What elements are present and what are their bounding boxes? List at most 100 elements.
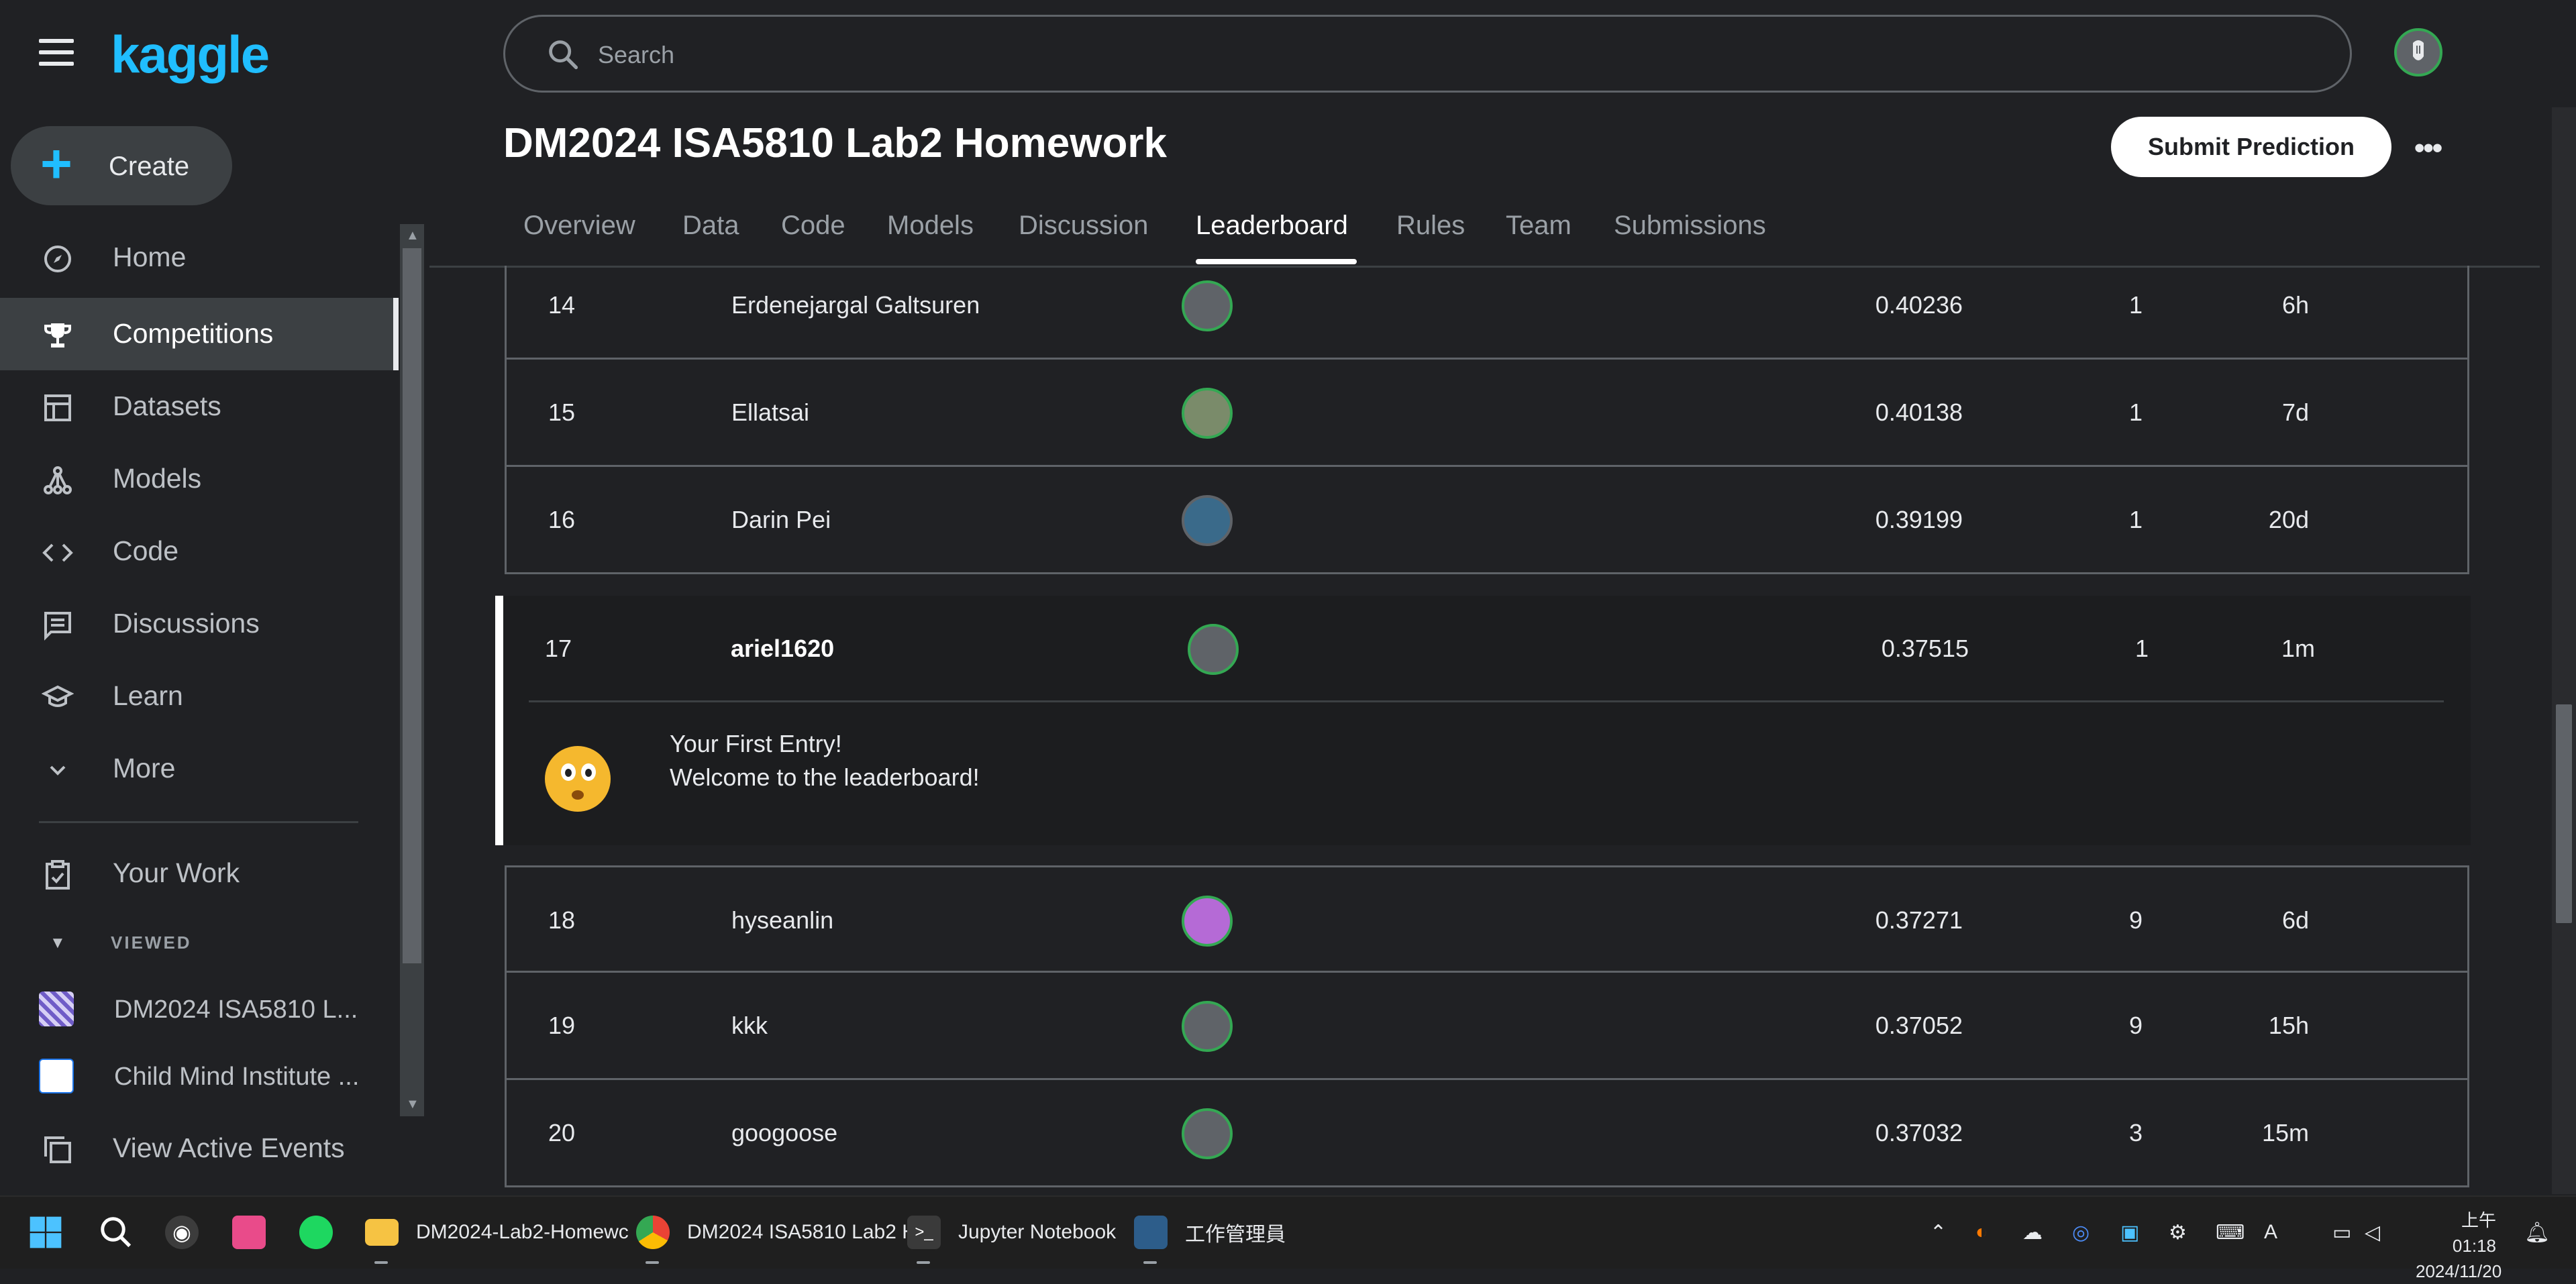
scroll-up-icon[interactable]: ▲: [406, 228, 419, 244]
trophy-icon: [39, 318, 76, 353]
member-avatar[interactable]: [1182, 896, 1233, 947]
taskbar-window-chrome[interactable]: DM2024 ISA5810 Lab2 H: [636, 1210, 917, 1264]
chevron-down-icon: [39, 753, 76, 788]
member-avatar[interactable]: [1182, 495, 1233, 546]
tab-submissions[interactable]: Submissions: [1614, 211, 1766, 241]
page-title: DM2024 ISA5810 Lab2 Homework: [503, 120, 1167, 166]
member-avatar[interactable]: [1182, 280, 1233, 331]
team-name-cell[interactable]: ariel1620: [731, 635, 834, 663]
tray-sync-icon[interactable]: ◎: [2072, 1221, 2090, 1244]
tab-code[interactable]: Code: [781, 211, 845, 241]
tray-cloud-icon[interactable]: ☁: [2022, 1221, 2043, 1244]
menu-icon[interactable]: [39, 39, 74, 66]
tray-network-icon[interactable]: ▭: [2332, 1221, 2351, 1244]
start-button[interactable]: [27, 1210, 64, 1254]
sidebar-item-code[interactable]: Code: [0, 515, 399, 588]
tab-models[interactable]: Models: [887, 211, 974, 241]
score-cell: 0.37032: [1875, 1119, 1963, 1146]
tray-volume-icon[interactable]: ◁: [2365, 1221, 2380, 1244]
row-divider: [529, 700, 2444, 702]
table-row[interactable]: 16 Darin Pei 0.39199 1 20d: [505, 467, 2469, 574]
sidebar-item-models[interactable]: Models: [0, 443, 399, 515]
sidebar-item-label: Your Work: [113, 857, 240, 888]
table-row[interactable]: 19 kkk 0.37052 9 15h: [505, 973, 2469, 1080]
team-name-cell[interactable]: kkk: [731, 1012, 768, 1040]
sidebar-item-label: Competitions: [113, 318, 274, 349]
viewed-item[interactable]: DM2024 ISA5810 L...: [0, 978, 376, 1038]
taskbar-window-jupyter[interactable]: >_ Jupyter Notebook: [907, 1210, 1117, 1264]
member-avatar[interactable]: [1182, 1001, 1233, 1052]
tab-overview[interactable]: Overview: [523, 211, 635, 241]
last-cell: 15h: [2268, 1012, 2309, 1039]
viewed-item[interactable]: Child Mind Institute ...: [0, 1045, 376, 1106]
search-placeholder: Search: [598, 41, 675, 68]
entries-cell: 1: [2128, 398, 2143, 426]
sidebar-item-your-work[interactable]: Your Work: [0, 837, 399, 910]
tab-leaderboard[interactable]: Leaderboard: [1196, 211, 1348, 241]
score-cell: 0.40236: [1875, 291, 1963, 319]
scrollbar-thumb[interactable]: [2556, 704, 2572, 923]
scroll-down-icon[interactable]: ▼: [406, 1097, 419, 1112]
team-name-cell[interactable]: Darin Pei: [731, 506, 831, 534]
tab-rules[interactable]: Rules: [1396, 211, 1465, 241]
main-scrollbar[interactable]: [2552, 107, 2576, 1194]
taskbar-search-button[interactable]: [98, 1210, 134, 1254]
team-name-cell[interactable]: Erdenejargal Galtsuren: [731, 291, 980, 319]
table-row[interactable]: 14 Erdenejargal Galtsuren 0.40236 1 6h: [505, 266, 2469, 360]
sidebar-item-home[interactable]: Home: [0, 221, 399, 294]
notification-bell-icon[interactable]: 🔔︎: [2524, 1221, 2550, 1244]
sidebar-item-discussions[interactable]: Discussions: [0, 588, 399, 660]
search-input[interactable]: Search: [503, 15, 2352, 93]
system-clock[interactable]: 上午 01:18 2024/11/20: [2416, 1208, 2502, 1284]
active-tab-indicator: [1196, 259, 1357, 264]
create-button[interactable]: + Create: [11, 126, 232, 205]
learn-icon: [39, 680, 76, 715]
member-avatar[interactable]: [1182, 1108, 1233, 1159]
caret-down-icon[interactable]: ▼: [50, 934, 66, 953]
taskbar-app-button[interactable]: [299, 1210, 333, 1254]
tray-language-icon[interactable]: A: [2264, 1221, 2277, 1244]
taskbar-window-task-manager[interactable]: 工作管理員: [1134, 1210, 1286, 1264]
more-options-icon[interactable]: •••: [2414, 131, 2442, 165]
sidebar-item-learn[interactable]: Learn: [0, 660, 399, 733]
discussion-icon: [39, 608, 76, 643]
rank-cell: 18: [548, 906, 576, 934]
team-name-cell[interactable]: googoose: [731, 1119, 837, 1147]
sidebar-item-datasets[interactable]: Datasets: [0, 370, 399, 443]
tray-input-method-icon[interactable]: ⌨: [2216, 1221, 2245, 1244]
tray-settings-icon[interactable]: ⚙: [2169, 1221, 2187, 1244]
team-name-cell[interactable]: hyseanlin: [731, 906, 833, 934]
tray-document-icon[interactable]: ▣: [2120, 1221, 2139, 1244]
code-icon: [39, 535, 76, 570]
member-avatar[interactable]: [1182, 388, 1233, 439]
team-name-cell[interactable]: Ellatsai: [731, 398, 809, 427]
rank-cell: 15: [548, 398, 576, 426]
scrollbar-thumb[interactable]: [403, 248, 421, 963]
models-icon: [39, 463, 76, 498]
sidebar-item-competitions[interactable]: Competitions: [0, 298, 399, 370]
table-row[interactable]: 20 googoose 0.37032 3 15m: [505, 1080, 2469, 1187]
member-avatar[interactable]: [1188, 624, 1239, 675]
sidebar-item-more[interactable]: More: [0, 733, 399, 805]
table-row[interactable]: 15 Ellatsai 0.40138 1 7d: [505, 360, 2469, 467]
my-entry-row[interactable]: 17 ariel1620 0.37515 1 1m Your First Ent…: [495, 596, 2471, 845]
taskbar-window-label: Jupyter Notebook: [958, 1221, 1117, 1243]
submit-prediction-button[interactable]: Submit Prediction: [2111, 117, 2391, 177]
taskbar-window-explorer[interactable]: DM2024-Lab2-Homewc: [365, 1210, 629, 1264]
rank-cell: 14: [548, 291, 576, 319]
tab-discussion[interactable]: Discussion: [1019, 211, 1148, 241]
taskbar-app-button[interactable]: [232, 1210, 266, 1254]
view-active-events-button[interactable]: View Active Events: [0, 1112, 399, 1185]
user-avatar[interactable]: [2394, 28, 2442, 76]
chevron-up-icon[interactable]: ⌃: [1930, 1221, 1947, 1244]
first-entry-message: Welcome to the leaderboard!: [670, 763, 980, 791]
tab-team[interactable]: Team: [1506, 211, 1572, 241]
table-row[interactable]: 18 hyseanlin 0.37271 9 6d: [505, 865, 2469, 973]
windows-icon: [30, 1216, 62, 1248]
taskbar-app-button[interactable]: ◉: [165, 1210, 199, 1254]
tab-data[interactable]: Data: [682, 211, 739, 241]
sidebar-scrollbar[interactable]: ▲ ▼: [400, 224, 424, 1116]
kaggle-logo[interactable]: kaggle: [111, 24, 270, 85]
score-cell: 0.39199: [1875, 506, 1963, 533]
tray-app-icon[interactable]: ◐: [1975, 1221, 1988, 1244]
